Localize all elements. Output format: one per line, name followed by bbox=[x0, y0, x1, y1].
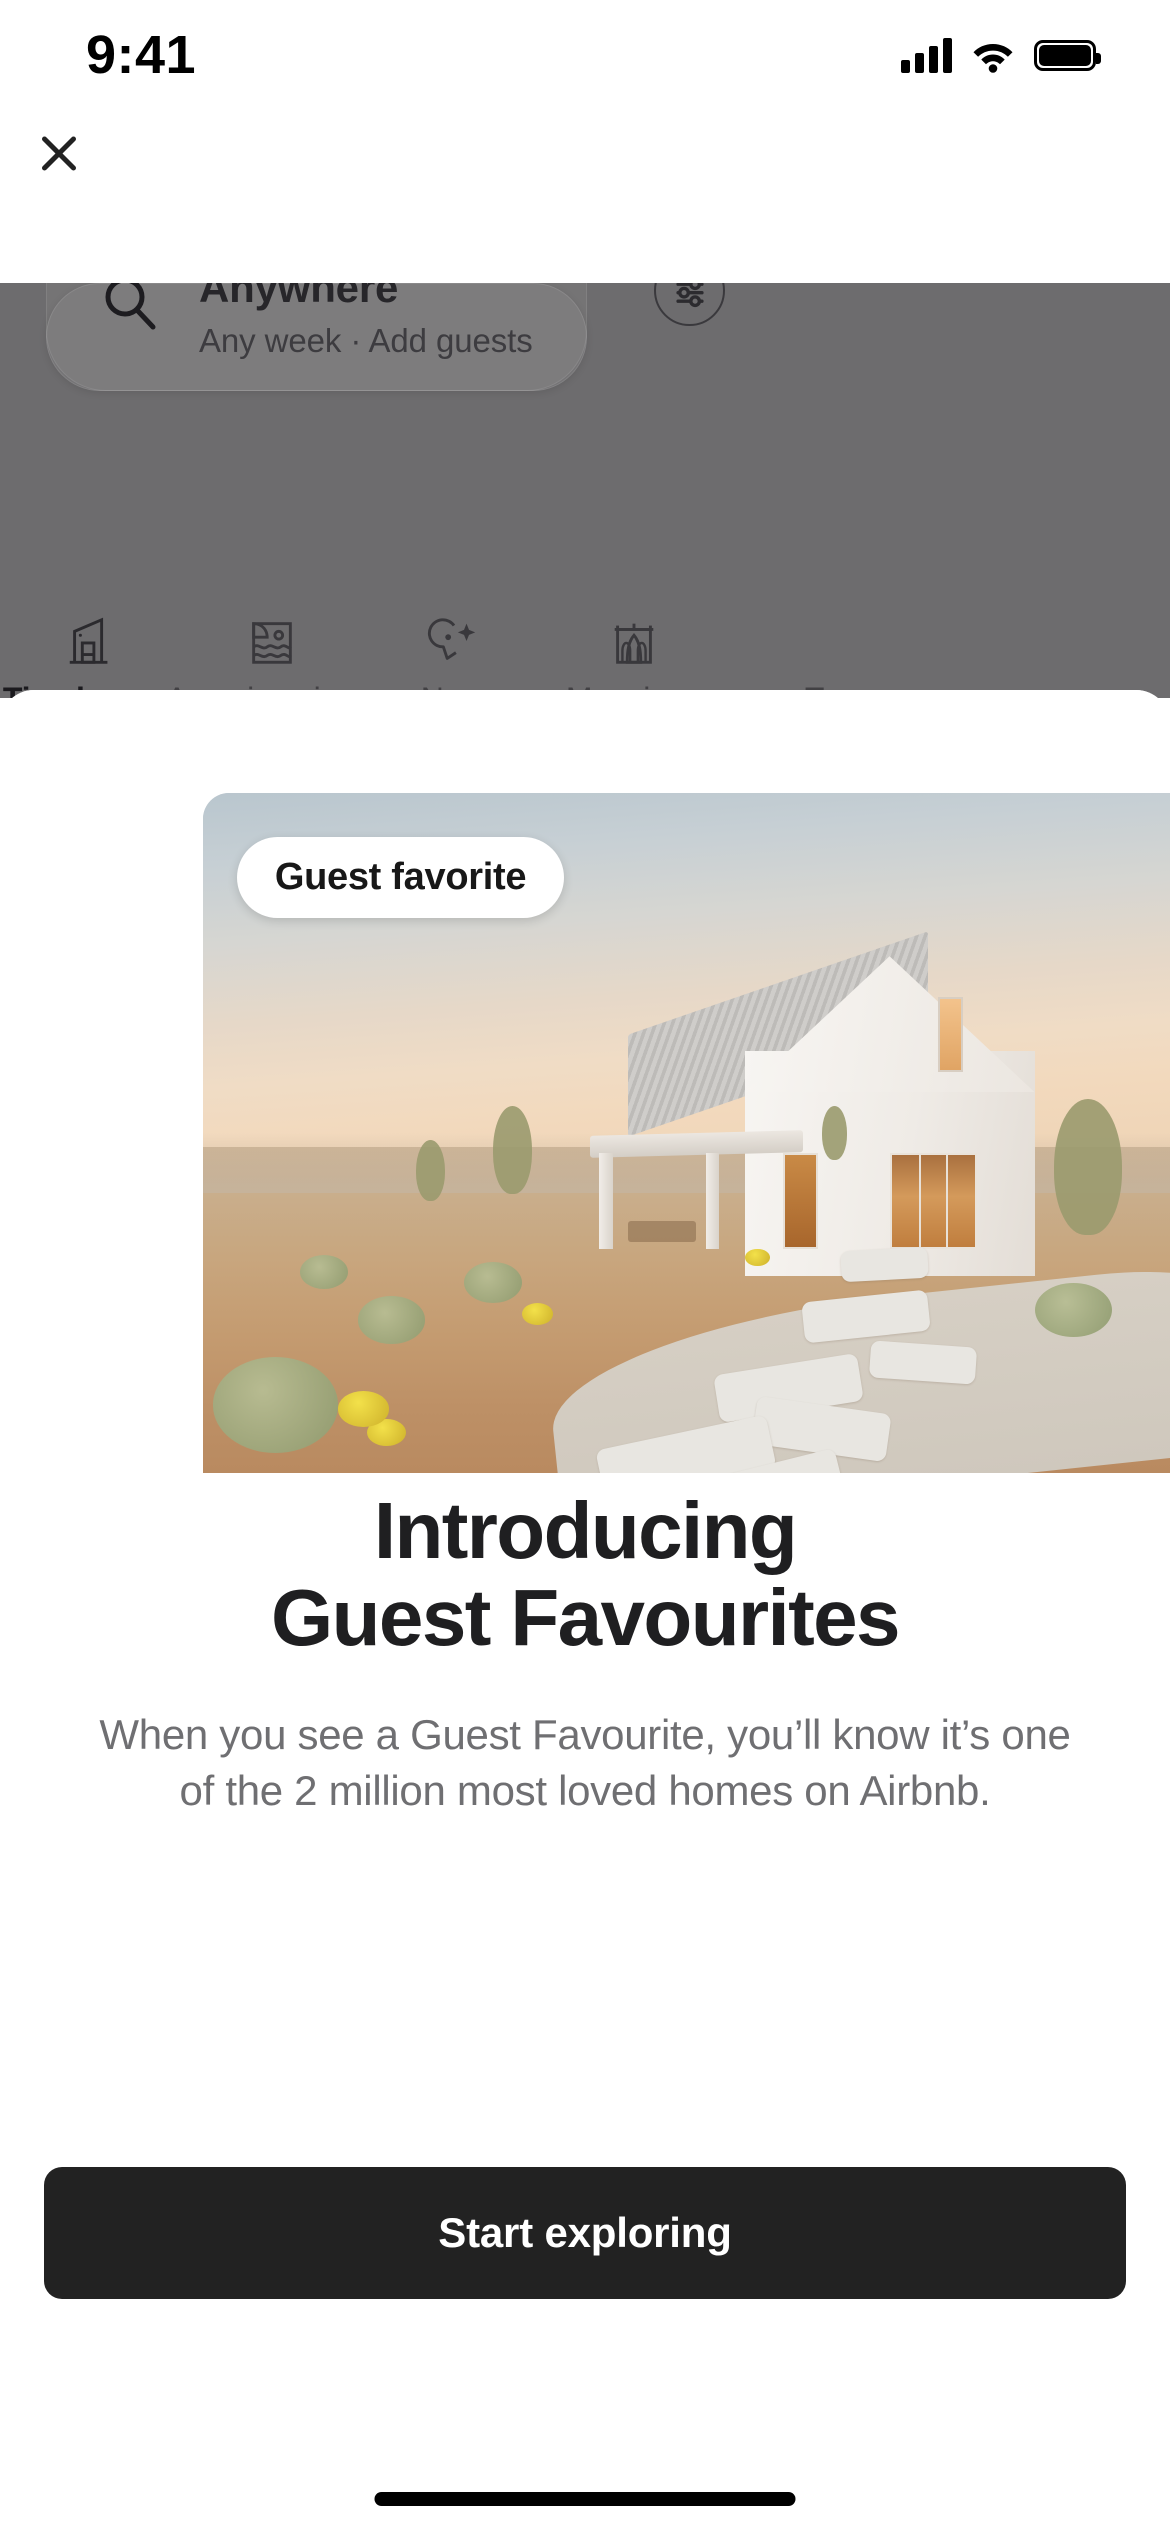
category-tab-amazing-views[interactable]: Amazing views bbox=[166, 613, 377, 698]
sheet-top-spacer bbox=[160, 690, 1170, 793]
photo-porch-column bbox=[705, 1153, 720, 1249]
start-exploring-button[interactable]: Start exploring bbox=[44, 2167, 1126, 2299]
category-tab-new[interactable]: New bbox=[362, 613, 543, 698]
photo-window bbox=[937, 997, 964, 1072]
mansion-icon bbox=[606, 613, 662, 671]
category-tab-partial[interactable]: T bbox=[724, 613, 905, 698]
photo-porch-column bbox=[599, 1153, 613, 1249]
filter-sliders-icon[interactable] bbox=[654, 283, 725, 326]
photo-cactus bbox=[522, 1303, 554, 1325]
photo-cactus bbox=[744, 1248, 770, 1267]
modal-content: Introducing Guest Favourites When you se… bbox=[0, 1487, 1170, 1818]
photo-tree bbox=[1053, 1099, 1122, 1235]
photo-bush bbox=[1034, 1282, 1112, 1337]
promo-modal-sheet: Guest favorite Introducing Guest Favouri… bbox=[0, 690, 1170, 2532]
photo-porch-furniture bbox=[628, 1221, 697, 1242]
photo-door bbox=[783, 1153, 818, 1249]
photo-bush bbox=[212, 1357, 339, 1453]
photo-bush bbox=[357, 1296, 426, 1344]
search-location-value: Anywhere bbox=[199, 283, 399, 311]
search-text-group: Anywhere Any week · Add guests bbox=[199, 283, 533, 360]
page-title: Introducing Guest Favourites bbox=[56, 1487, 1114, 1661]
search-bar[interactable]: Anywhere Any week · Add guests bbox=[46, 283, 1136, 448]
photo-path-slab bbox=[869, 1340, 978, 1385]
amazing-views-icon bbox=[244, 613, 300, 671]
status-icon-group bbox=[901, 37, 1101, 73]
photo-path-slab bbox=[840, 1246, 929, 1282]
dimmed-app-background: Anywhere Any week · Add guests bbox=[0, 283, 1170, 698]
wifi-icon bbox=[970, 37, 1016, 73]
headline-line-1: Introducing bbox=[373, 1486, 798, 1575]
photo-bush bbox=[464, 1262, 523, 1303]
photo-cactus bbox=[338, 1391, 389, 1427]
tiny-home-icon bbox=[63, 613, 119, 671]
category-tabs[interactable]: Tiny homes Amazing views bbox=[0, 613, 1170, 698]
status-bar: 9:41 bbox=[0, 0, 1170, 110]
category-tab-tiny-homes[interactable]: Tiny homes bbox=[0, 613, 181, 698]
category-tab-mansions[interactable]: Mansions bbox=[543, 613, 724, 698]
app-header bbox=[0, 110, 1170, 283]
photo-window bbox=[889, 1153, 977, 1249]
search-dates-guests-value: Any week · Add guests bbox=[199, 321, 533, 359]
guest-favorite-badge: Guest favorite bbox=[236, 837, 565, 919]
photo-tree bbox=[821, 1105, 848, 1161]
home-indicator bbox=[374, 2492, 796, 2506]
close-icon[interactable] bbox=[36, 130, 82, 176]
photo-tree bbox=[415, 1139, 445, 1201]
listing-photo-card: Guest favorite bbox=[203, 793, 1170, 1473]
modal-body-text: When you see a Guest Favourite, you’ll k… bbox=[99, 1711, 1071, 1814]
status-time: 9:41 bbox=[86, 25, 197, 85]
search-icon bbox=[101, 283, 159, 331]
battery-full-icon bbox=[1034, 39, 1101, 71]
cellular-bars-icon bbox=[901, 37, 952, 73]
cta-container: Start exploring bbox=[0, 2167, 1170, 2299]
new-sparkle-icon bbox=[425, 613, 481, 671]
photo-tree bbox=[493, 1105, 532, 1195]
headline-line-2: Guest Favourites bbox=[271, 1573, 901, 1663]
